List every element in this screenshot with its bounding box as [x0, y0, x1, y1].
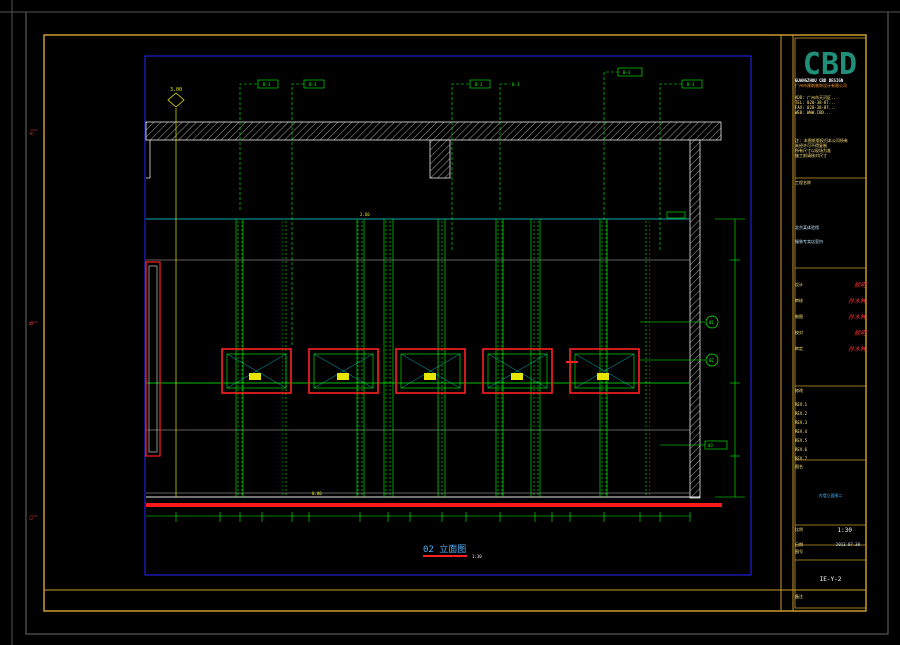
svg-text:A: A — [29, 132, 35, 135]
ceiling-tags: B-3 B-3 B-3 B-3 B-3 B-3 — [257, 67, 703, 89]
role-row: 制图 孙木林 — [795, 308, 866, 324]
svg-text:B: B — [29, 322, 35, 325]
role-signature: 孙木林 — [847, 297, 866, 305]
drawing-name: 内墙立面图二 — [818, 493, 843, 498]
role-label: 审核 — [795, 297, 803, 303]
revision-row: REV.3 — [795, 420, 808, 425]
revision-row: REV.7 — [795, 456, 808, 461]
drawing-title: 02 立面图 1:30 — [423, 543, 482, 559]
role-label: 设计 — [795, 281, 803, 287]
role-signature: 郝明 — [853, 281, 866, 289]
svg-text:B-3: B-3 — [687, 82, 695, 87]
revision-row: REV.1 — [795, 402, 808, 407]
svg-text:B-3: B-3 — [309, 82, 317, 87]
company-line: WEB: WWW.CBD... — [795, 110, 832, 115]
role-label: 审定 — [795, 345, 803, 351]
drawing-name-label: 图名 — [795, 464, 803, 469]
footer-label: 备注 — [795, 594, 803, 599]
drawing-title-text: 02 立面图 — [423, 543, 466, 555]
level-marker: 3.00 — [167, 87, 185, 108]
svg-text:01: 01 — [709, 320, 714, 325]
svg-text:B-3: B-3 — [512, 82, 520, 87]
svg-text:B-3: B-3 — [475, 82, 483, 87]
floor-line — [146, 496, 722, 507]
ceiling-slab — [145, 121, 722, 179]
scale-value: 1:30 — [837, 527, 852, 534]
role-signature: 郝明 — [853, 329, 866, 337]
role-row: 校对 郝明 — [795, 324, 866, 340]
revision-label: 修改 — [795, 388, 803, 393]
cabinet — [221, 348, 292, 394]
right-wall — [689, 139, 701, 499]
drawing-number: IE-Y-2 — [819, 576, 842, 583]
left-display-panel — [145, 108, 177, 497]
scale-label: 比例 — [795, 527, 803, 532]
top-level-text: 3.00 — [170, 87, 182, 93]
cabinet — [308, 348, 379, 394]
svg-text:B-3: B-3 — [263, 82, 271, 87]
drawing-scale-text: 1:30 — [472, 554, 482, 559]
cad-drawing: A B C 3.00 B-3 B-3 B-3 B-3 B-3 B-3 01 02… — [0, 0, 900, 645]
role-row: 设计 郝明 — [795, 276, 866, 292]
role-row: 审核 孙木林 — [795, 292, 866, 308]
company-name-cn: 广州市建筑装饰设计有限公司 — [795, 83, 847, 88]
revision-row: REV.5 — [795, 438, 808, 443]
horizontal-guides — [146, 218, 690, 494]
cabinet — [395, 348, 466, 394]
date-label: 日期 — [795, 542, 803, 547]
roles-list: 设计 郝明 审核 孙木林 制图 孙木林 校对 郝明 审定 孙木林 — [795, 276, 866, 356]
project-name-2: 服装专卖店室内 — [795, 239, 823, 244]
revision-list: REV.1 REV.2 REV.3 REV.4 REV.5 REV.6 REV.… — [795, 400, 866, 463]
company-logo: CBD — [803, 47, 857, 82]
cabinet — [482, 348, 553, 394]
svg-text:02: 02 — [709, 358, 714, 363]
dotted-columns — [235, 219, 650, 497]
leader-annotations — [239, 71, 682, 345]
svg-text:03: 03 — [708, 443, 713, 448]
dimension-horizontal — [146, 512, 691, 522]
role-label: 制图 — [795, 313, 803, 319]
role-signature: 孙木林 — [847, 313, 866, 321]
revision-row: REV.6 — [795, 447, 808, 452]
revision-row: REV.4 — [795, 429, 808, 434]
date-value: 2013.07.30 — [835, 542, 860, 547]
ceiling-level-text: 2.60 — [360, 212, 370, 217]
right-callouts: 01 02 03 — [640, 211, 728, 450]
floor-level-text: 0.00 — [312, 491, 322, 496]
revision-row: REV.2 — [795, 411, 808, 416]
role-signature: 孙木林 — [847, 345, 866, 353]
role-label: 校对 — [795, 329, 803, 335]
svg-text:C: C — [29, 517, 35, 520]
dimension-vertical — [715, 218, 745, 498]
svg-text:B-3: B-3 — [623, 70, 631, 75]
number-label: 图号 — [795, 549, 803, 554]
svg-text:CBD: CBD — [803, 47, 857, 82]
role-row: 审定 孙木林 — [795, 340, 866, 356]
project-label: 工程名称 — [795, 180, 811, 185]
note-line: 施工前请核对尺寸 — [795, 153, 827, 158]
